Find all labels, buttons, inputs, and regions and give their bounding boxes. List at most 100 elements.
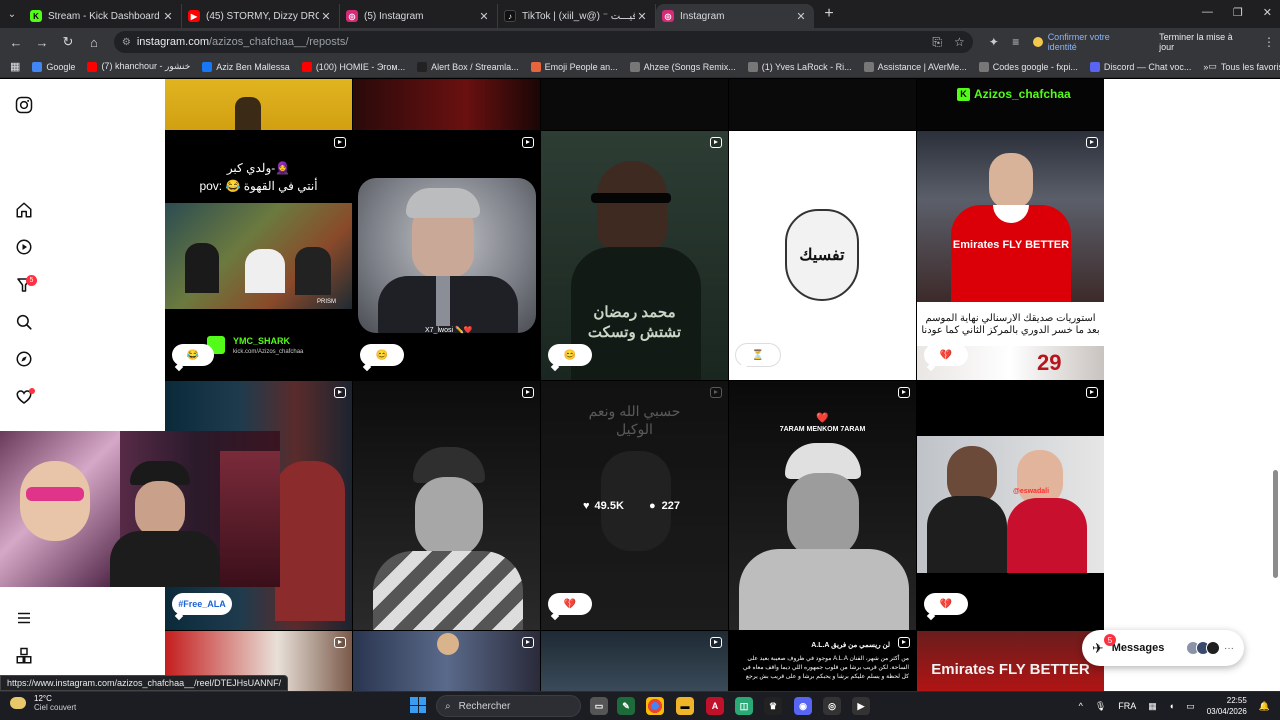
back-arrow-icon[interactable]: ←: [4, 30, 28, 54]
scrollbar-thumb[interactable]: [1273, 470, 1278, 578]
media-player-icon[interactable]: ▶: [852, 697, 870, 715]
bookmark-item[interactable]: (1) Yves LaRock - Ri...: [747, 61, 852, 72]
weather-widget[interactable]: 12°C Ciel couvert: [10, 694, 76, 712]
tab-kick-dashboard[interactable]: K Stream - Kick Dashboard ✕: [24, 4, 182, 28]
tab-search-chevron-icon[interactable]: ⌄: [0, 0, 24, 28]
discord-icon[interactable]: ◉: [794, 697, 812, 715]
reaction-bubble[interactable]: 💔: [548, 593, 592, 615]
bookmark-item[interactable]: Codes google - fxpi...: [978, 61, 1078, 72]
app-icon-green[interactable]: ✎: [617, 697, 635, 715]
bookmark-item[interactable]: (7) khanchour - خنشور: [87, 61, 190, 72]
post-tile-1[interactable]: ولدي كبر-🧕 pov: 😂 أنتي في القهوة PRISM Y…: [165, 131, 352, 380]
bookmark-item[interactable]: Emoji People an...: [530, 61, 618, 72]
post-tile-7[interactable]: [353, 381, 540, 630]
apps-grid-icon[interactable]: ▦: [10, 60, 20, 73]
reload-icon[interactable]: ↻: [56, 30, 80, 54]
notifications-icon[interactable]: 🔔: [1259, 701, 1270, 712]
close-tab-icon[interactable]: ✕: [161, 10, 175, 23]
home-icon[interactable]: ⌂: [82, 30, 106, 54]
more-menu-icon[interactable]: ⋮: [1258, 35, 1280, 49]
post-tile-3[interactable]: محمد رمضان تشتش وتسكت 😊: [541, 131, 728, 380]
search-icon[interactable]: [14, 312, 34, 332]
bookmark-item[interactable]: Google: [32, 61, 75, 72]
reels-icon[interactable]: [14, 237, 34, 257]
site-info-icon[interactable]: ⚙: [122, 37, 131, 48]
crest-logo: تفسيك: [785, 209, 859, 301]
file-explorer-icon[interactable]: ▬: [676, 697, 694, 715]
reaction-bubble[interactable]: 😊: [548, 344, 592, 366]
reading-list-icon[interactable]: ≡: [1005, 35, 1027, 49]
home-icon[interactable]: [14, 200, 34, 220]
close-window-icon[interactable]: ✕: [1263, 6, 1272, 19]
tab-tiktok[interactable]: ♪ TikTok | (xiil_w@) ⁻ ﻗﯿـــﺖ ✕: [498, 4, 656, 28]
reaction-bubble[interactable]: 😂: [172, 344, 214, 366]
bookmark-item[interactable]: Alert Box / Streamla...: [417, 61, 519, 72]
minimize-icon[interactable]: —: [1202, 6, 1213, 19]
reaction-bubble[interactable]: 💔: [924, 344, 968, 366]
identity-check-button[interactable]: Confirmer votre identité: [1032, 32, 1141, 52]
post-tile-13-stadium[interactable]: [541, 631, 728, 691]
close-tab-icon[interactable]: ✕: [635, 10, 649, 23]
bookmark-star-icon[interactable]: ☆: [954, 35, 965, 50]
reaction-bubble[interactable]: 💔: [924, 593, 968, 615]
post-tile-2[interactable]: X7_lwosi ✏️❤️ 😊: [353, 131, 540, 380]
update-button[interactable]: Terminer la mise à jour: [1151, 28, 1258, 56]
taskbar-search[interactable]: ⌕ Rechercher: [436, 695, 581, 717]
face-shape: [787, 473, 859, 557]
obs-icon[interactable]: ◎: [823, 697, 841, 715]
post-tile-9[interactable]: ❤️ 7ARAM MENKOM 7ARAM: [729, 381, 916, 630]
volume-icon[interactable]: ◖: [1169, 701, 1174, 711]
reaction-bubble[interactable]: ⏳: [736, 344, 780, 366]
post-tile-top-2[interactable]: [353, 79, 540, 130]
bookmark-item[interactable]: Ahzee (Songs Remix...: [629, 61, 736, 72]
explore-compass-icon[interactable]: [14, 349, 34, 369]
chrome-icon[interactable]: [646, 697, 664, 715]
post-tile-14-text[interactable]: A.L.A لن ريسمي من فريق من أكثر من شهر، ا…: [729, 631, 916, 691]
more-menu-hamburger-icon[interactable]: [14, 608, 34, 628]
maximize-icon[interactable]: ❐: [1233, 6, 1243, 19]
page-scrollbar[interactable]: [1271, 86, 1279, 690]
reaction-bubble[interactable]: 😊: [360, 344, 404, 366]
hashtag-bubble[interactable]: #Free_ALA: [172, 593, 232, 615]
bookmark-item[interactable]: Discord — Chat voc...: [1089, 61, 1191, 72]
also-from-meta-icon[interactable]: [14, 646, 34, 666]
address-bar[interactable]: ⚙ instagram.com/azizos_chafchaa__/repost…: [113, 31, 973, 53]
post-tile-8-hovered[interactable]: حسبي الله ونعم الوكيل ♥ 49.5K ● 227 💔: [541, 381, 728, 630]
cast-icon[interactable]: ⎘: [932, 35, 942, 50]
app-icon-teal[interactable]: ◫: [735, 697, 753, 715]
clock[interactable]: 22:55 03/04/2026: [1207, 695, 1247, 717]
adobe-icon[interactable]: A: [706, 697, 724, 715]
extensions-puzzle-icon[interactable]: ✦: [983, 35, 1005, 49]
post-tile-12[interactable]: [353, 631, 540, 691]
tray-overflow-icon[interactable]: ^: [1079, 701, 1083, 711]
tab-instagram-notifications[interactable]: ◎ (5) Instagram ✕: [340, 4, 498, 28]
windows-start-icon[interactable]: [410, 697, 426, 713]
bookmark-item[interactable]: (100) HOMIE - Эгом...: [301, 61, 405, 72]
post-tile-15[interactable]: Emirates FLY BETTER: [917, 631, 1104, 691]
language-indicator[interactable]: FRA: [1118, 701, 1136, 711]
bookmark-item[interactable]: Assistance | AVerMe...: [863, 61, 967, 72]
tab-instagram-active[interactable]: ◎ Instagram ✕: [656, 4, 814, 28]
app-icon-dark[interactable]: ♛: [764, 697, 782, 715]
post-tile-top-5[interactable]: K Azizos_chafchaa: [917, 79, 1104, 130]
instagram-logo-icon[interactable]: [14, 95, 34, 115]
tab-youtube[interactable]: ▶ (45) STORMY, Dizzy DROS - NI ✕: [182, 4, 340, 28]
post-tile-top-4[interactable]: [729, 79, 916, 130]
close-tab-icon[interactable]: ✕: [794, 10, 808, 23]
forward-arrow-icon[interactable]: →: [30, 30, 54, 54]
post-tile-top-3[interactable]: [541, 79, 728, 130]
new-tab-plus-icon[interactable]: +: [818, 5, 840, 23]
network-icon[interactable]: ▦: [1148, 701, 1157, 712]
post-tile-4[interactable]: تفسيك ⏳: [729, 131, 916, 380]
post-tile-10[interactable]: @eswadali 💔: [917, 381, 1104, 630]
battery-icon[interactable]: ▭: [1186, 701, 1195, 712]
post-tile-5[interactable]: Emirates FLY BETTER استوريات صديقك الارس…: [917, 131, 1104, 380]
close-tab-icon[interactable]: ✕: [477, 10, 491, 23]
close-tab-icon[interactable]: ✕: [319, 10, 333, 23]
bookmark-item[interactable]: Aziz Ben Mallessa: [202, 61, 290, 72]
post-tile-top-1[interactable]: [165, 79, 352, 130]
all-favorites-folder[interactable]: ▭ Tous les favoris: [1208, 61, 1280, 72]
microphone-icon[interactable]: 🎙: [1095, 701, 1106, 712]
task-view-icon[interactable]: ▭: [590, 697, 608, 715]
messages-button[interactable]: ✈ 5 Messages ···: [1082, 630, 1244, 666]
